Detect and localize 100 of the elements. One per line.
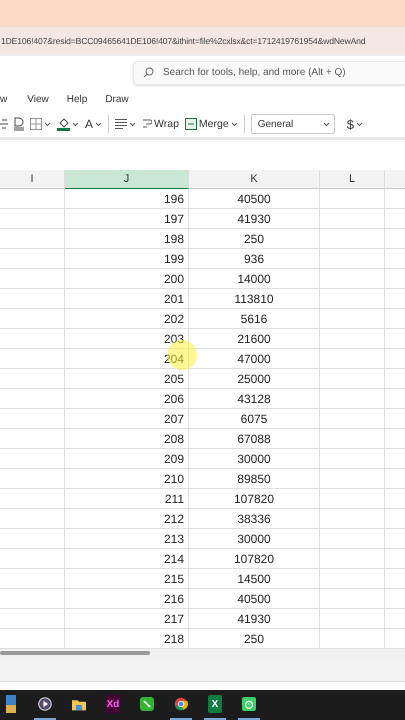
- table-cell: [320, 389, 385, 409]
- table-cell: [320, 369, 385, 389]
- borders-icon[interactable]: [30, 118, 42, 130]
- table-cell: [0, 529, 65, 549]
- merge-button[interactable]: Merge: [184, 118, 238, 130]
- play-icon[interactable]: [38, 695, 52, 713]
- table-cell: 107820: [189, 489, 320, 509]
- table-cell: [320, 349, 385, 369]
- table-cell: 198: [65, 229, 189, 249]
- table-cell: 212: [65, 509, 189, 529]
- menu-tab[interactable]: Draw: [105, 94, 139, 106]
- table-cell: [320, 569, 385, 589]
- table-cell: [320, 189, 385, 209]
- pen-app-icon[interactable]: [140, 695, 154, 713]
- table-cell: 41930: [189, 609, 320, 629]
- number-format-dropdown[interactable]: General: [250, 114, 335, 134]
- table-cell: 5616: [189, 309, 320, 329]
- table-cell: [0, 389, 65, 409]
- table-cell: 30000: [189, 529, 320, 549]
- wrap-icon: [142, 118, 152, 130]
- fill-color-icon[interactable]: [57, 117, 70, 131]
- table-cell: 213: [65, 529, 189, 549]
- double-underline-icon[interactable]: [14, 117, 24, 131]
- table-cell: [0, 549, 65, 569]
- table-cell: 38336: [189, 509, 320, 529]
- table-cell: 6075: [189, 409, 320, 429]
- wrap-text-button[interactable]: Wrap: [142, 118, 179, 130]
- column-header[interactable]: K: [189, 170, 320, 189]
- browser-icon[interactable]: [174, 695, 188, 713]
- table-cell: 25000: [189, 369, 320, 389]
- table-cell: 30000: [189, 449, 320, 469]
- table-cell: [320, 289, 385, 309]
- table-cell: 199: [65, 249, 189, 269]
- table-cell: 217: [65, 609, 189, 629]
- table-cell: [320, 229, 385, 249]
- table-cell: 196: [65, 189, 189, 209]
- column-header[interactable]: J: [65, 170, 189, 189]
- table-cell: [320, 469, 385, 489]
- table-cell: 250: [189, 229, 320, 249]
- chevron-icon: [129, 122, 136, 126]
- table-cell: 202: [65, 309, 189, 329]
- excel-icon[interactable]: X: [208, 695, 222, 713]
- column-header[interactable]: I: [0, 170, 65, 189]
- table-cell: 89850: [189, 469, 320, 489]
- menu-tab[interactable]: Help: [66, 94, 98, 106]
- table-cell: 41930: [189, 209, 320, 229]
- table-cell: 43128: [189, 389, 320, 409]
- table-cell: 203: [65, 329, 189, 349]
- table-cell: [0, 509, 65, 529]
- table-cell: 200: [65, 269, 189, 289]
- table-cell: [320, 549, 385, 569]
- table-cell: 215: [65, 569, 189, 589]
- table-cell: 207: [65, 409, 189, 429]
- table-cell: [320, 329, 385, 349]
- table-cell: [0, 609, 65, 629]
- font-color-button[interactable]: A: [85, 117, 94, 131]
- chevron-icon: [356, 122, 363, 126]
- column-header[interactable]: L: [320, 170, 385, 189]
- merge-icon: [184, 118, 197, 130]
- timer-app-icon[interactable]: [242, 695, 256, 713]
- table-cell: 113810: [189, 289, 320, 309]
- search-icon: [143, 66, 154, 78]
- strikethrough-icon[interactable]: [0, 118, 8, 130]
- chevron-icon: [95, 122, 102, 126]
- table-cell: [0, 189, 65, 209]
- table-cell: [320, 209, 385, 229]
- table-cell: 14000: [189, 269, 320, 289]
- table-cell: 201: [65, 289, 189, 309]
- table-cell: [0, 569, 65, 589]
- table-cell: 47000: [189, 349, 320, 369]
- chevron-icon: [322, 122, 330, 126]
- table-cell: 216: [65, 589, 189, 609]
- menu-tab[interactable]: View: [27, 94, 59, 106]
- table-cell: [320, 429, 385, 449]
- table-cell: [320, 509, 385, 529]
- table-cell: 209: [65, 449, 189, 469]
- scrollbar-thumb[interactable]: [0, 651, 150, 655]
- table-cell: [0, 409, 65, 429]
- table-cell: [0, 329, 65, 349]
- table-cell: 21600: [189, 329, 320, 349]
- menu-tab[interactable]: w: [0, 94, 18, 106]
- table-cell: 210: [65, 469, 189, 489]
- currency-button[interactable]: $: [346, 116, 354, 132]
- table-cell: [0, 269, 65, 289]
- table-cell: [0, 209, 65, 229]
- table-cell: [320, 589, 385, 609]
- table-cell: [0, 589, 65, 609]
- chevron-icon: [230, 122, 238, 126]
- table-cell: [0, 469, 65, 489]
- table-cell: [320, 449, 385, 469]
- xd-app-icon[interactable]: Xd: [106, 695, 120, 713]
- table-cell: 211: [65, 489, 189, 509]
- table-cell: [320, 409, 385, 429]
- table-cell: [0, 449, 65, 469]
- table-cell: [0, 229, 65, 249]
- search-field[interactable]: Search for tools, help, and more (Alt + Q): [133, 60, 405, 84]
- table-cell: 67088: [189, 429, 320, 449]
- align-icon[interactable]: [115, 119, 128, 129]
- address-bar[interactable]: 1DE106!407&resid=BCC09465641DE106!407&ithint=file%2cxlsx&ct=1712419761954&wdNewAnd: [0, 27, 405, 56]
- table-cell: [0, 429, 65, 449]
